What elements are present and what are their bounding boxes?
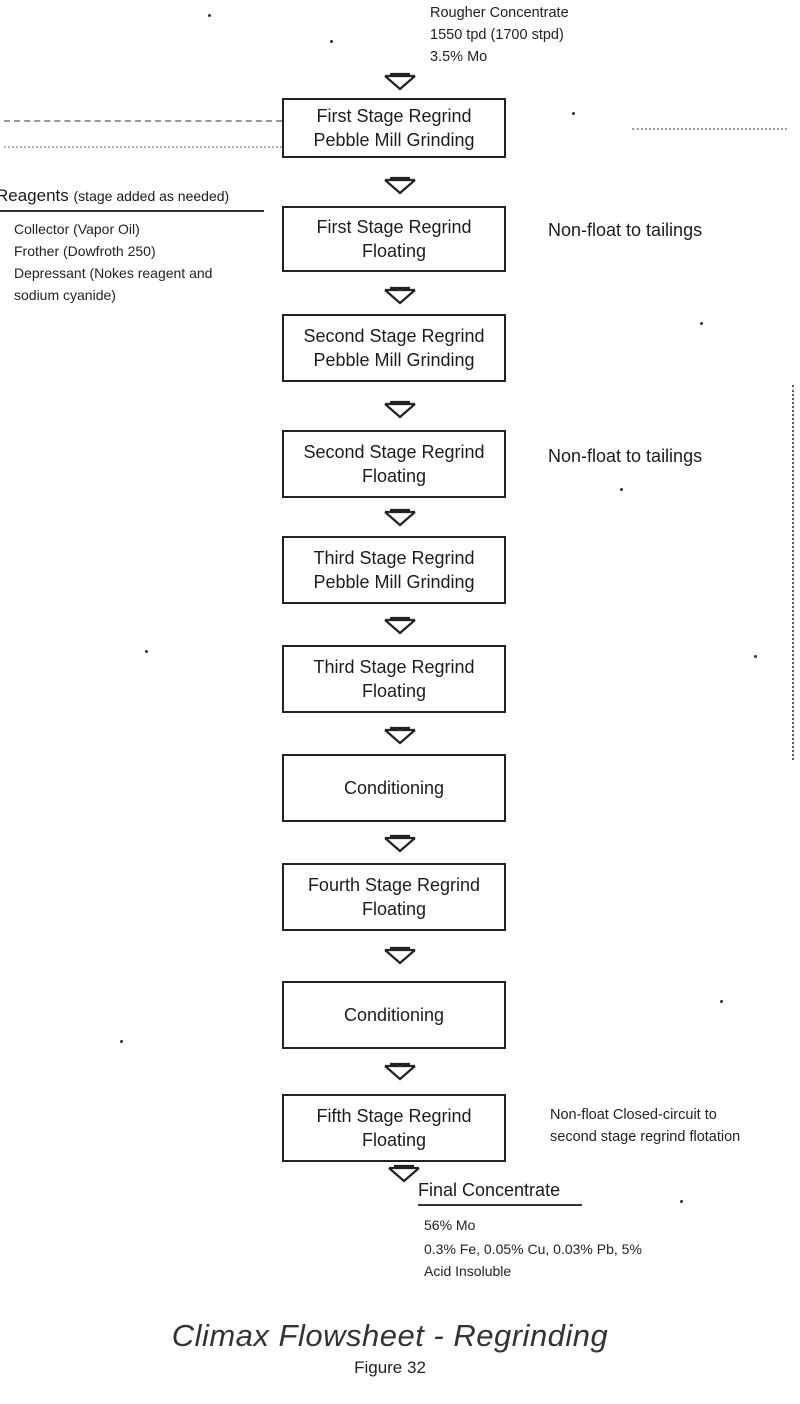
stage-box-third-floating: Third Stage Regrind Floating — [282, 645, 506, 713]
reagents-list: Collector (Vapor Oil) Frother (Dowfroth … — [0, 212, 264, 306]
reagent-feed-line — [4, 146, 282, 148]
figure-title: Climax Flowsheet - Regrinding — [171, 1318, 609, 1353]
reagent-item: Frother (Dowfroth 250) — [14, 243, 156, 259]
feed-grade: 3.5% Mo — [430, 49, 488, 65]
final-concentrate-title: Final Concentrate — [418, 1180, 582, 1206]
stage-line2: Pebble Mill Grinding — [313, 130, 475, 150]
scan-speck — [700, 322, 703, 325]
scan-speck — [572, 112, 575, 115]
final-impurities-cont: Acid Insoluble — [424, 1263, 512, 1279]
feed-title: Rougher Concentrate — [430, 5, 569, 21]
stage-line1: Conditioning — [343, 778, 445, 798]
stage-line1: Conditioning — [343, 1005, 445, 1025]
down-arrow-icon — [382, 616, 418, 636]
stage-box-first-grinding: First Stage Regrind Pebble Mill Grinding — [282, 98, 506, 158]
stage-line2: Floating — [361, 681, 427, 701]
closed-circuit-note: Non-float Closed-circuit to second stage… — [550, 1104, 740, 1148]
down-arrow-icon — [382, 834, 418, 854]
final-concentrate-panel: Final Concentrate 56% Mo 0.3% Fe, 0.05% … — [418, 1180, 642, 1282]
stage-line2: Floating — [361, 241, 427, 261]
reagent-item: Collector (Vapor Oil) — [14, 221, 140, 237]
reagents-heading-note: (stage added as needed) — [73, 188, 230, 204]
stage-line1: Fourth Stage Regrind — [307, 875, 481, 895]
scan-speck — [208, 14, 211, 17]
down-arrow-icon — [386, 1164, 422, 1184]
stage-box-third-grinding: Third Stage Regrind Pebble Mill Grinding — [282, 536, 506, 604]
down-arrow-icon — [382, 1062, 418, 1082]
down-arrow-icon — [382, 946, 418, 966]
down-arrow-icon — [382, 286, 418, 306]
stage-line1: Second Stage Regrind — [303, 326, 485, 346]
scan-edge-line — [792, 385, 794, 760]
stage-line2: Floating — [361, 1130, 427, 1150]
stage-box-first-floating: First Stage Regrind Floating — [282, 206, 506, 272]
final-grade: 56% Mo — [424, 1217, 476, 1233]
tailings-note-first: Non-float to tailings — [548, 220, 703, 240]
scan-speck — [680, 1200, 683, 1203]
stage-line1: Second Stage Regrind — [303, 442, 485, 462]
feed-rate: 1550 tpd (1700 stpd) — [430, 27, 564, 43]
scan-speck — [754, 655, 757, 658]
final-impurities: 0.3% Fe, 0.05% Cu, 0.03% Pb, 5% — [424, 1241, 642, 1257]
stage-line1: First Stage Regrind — [316, 106, 472, 126]
scan-noise-line — [632, 128, 787, 130]
stage-line1: Third Stage Regrind — [313, 548, 475, 568]
reagents-heading: Reagents (stage added as needed) — [0, 186, 264, 212]
stage-line2: Floating — [361, 466, 427, 486]
down-arrow-icon — [382, 508, 418, 528]
closed-circuit-line1: Non-float Closed-circuit to — [550, 1107, 717, 1123]
stage-line2: Floating — [361, 899, 427, 919]
scan-speck — [145, 650, 148, 653]
tailings-note-second: Non-float to tailings — [548, 446, 703, 466]
stage-box-conditioning-2: Conditioning — [282, 981, 506, 1049]
down-arrow-icon — [382, 176, 418, 196]
down-arrow-icon — [382, 726, 418, 746]
stage-box-fourth-floating: Fourth Stage Regrind Floating — [282, 863, 506, 931]
scan-speck — [620, 488, 623, 491]
stage-box-conditioning-1: Conditioning — [282, 754, 506, 822]
stage-line1: Fifth Stage Regrind — [316, 1106, 472, 1126]
stage-box-second-floating: Second Stage Regrind Floating — [282, 430, 506, 498]
stage-line2: Pebble Mill Grinding — [313, 572, 475, 592]
figure-number: Figure 32 — [354, 1358, 426, 1377]
down-arrow-icon — [382, 72, 418, 92]
stage-line1: First Stage Regrind — [316, 217, 472, 237]
scan-speck — [120, 1040, 123, 1043]
reagent-item: Depressant (Nokes reagent and — [14, 265, 213, 281]
stage-line2: Pebble Mill Grinding — [313, 350, 475, 370]
feed-label: Rougher Concentrate 1550 tpd (1700 stpd)… — [430, 2, 569, 68]
closed-circuit-line2: second stage regrind flotation — [550, 1129, 741, 1145]
scan-speck — [330, 40, 333, 43]
reagents-panel: Reagents (stage added as needed) Collect… — [0, 186, 264, 306]
stage-box-second-grinding: Second Stage Regrind Pebble Mill Grindin… — [282, 314, 506, 382]
stage-line1: Third Stage Regrind — [313, 657, 475, 677]
down-arrow-icon — [382, 400, 418, 420]
reagents-heading-text: Reagents — [0, 186, 69, 205]
reagent-item: sodium cyanide) — [14, 287, 116, 303]
scan-speck — [720, 1000, 723, 1003]
reagent-feed-line — [4, 120, 282, 122]
stage-box-fifth-floating: Fifth Stage Regrind Floating — [282, 1094, 506, 1162]
